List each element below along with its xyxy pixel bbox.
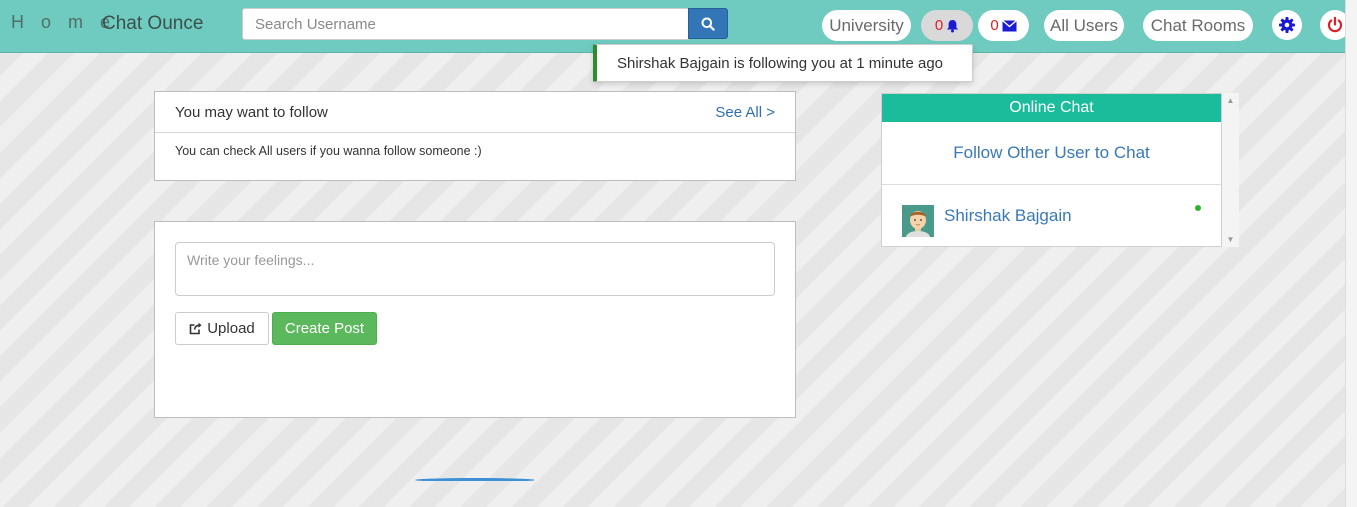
upload-button[interactable]: Upload bbox=[175, 312, 269, 345]
post-textarea[interactable] bbox=[175, 242, 775, 296]
page-scrollbar[interactable] bbox=[1345, 0, 1357, 507]
loading-indicator bbox=[415, 478, 535, 482]
follow-panel-header: You may want to follow See All > bbox=[155, 92, 795, 133]
follow-panel-title: You may want to follow bbox=[175, 103, 328, 121]
follow-suggestions-panel: You may want to follow See All > You can… bbox=[154, 91, 796, 181]
chat-rooms-button[interactable]: Chat Rooms bbox=[1143, 10, 1253, 41]
notifications-button[interactable]: 0 bbox=[921, 10, 973, 41]
chat-scrollbar[interactable]: ▲ ▼ bbox=[1222, 93, 1239, 247]
follow-to-chat-label: Follow Other User to Chat bbox=[953, 143, 1150, 162]
toast-message: Shirshak Bajgain is following you at 1 m… bbox=[617, 54, 944, 72]
envelope-icon bbox=[1001, 19, 1017, 31]
gear-icon bbox=[1279, 17, 1295, 33]
message-count: 0 bbox=[990, 17, 999, 34]
chat-user-item[interactable]: Shirshak Bajgain bbox=[882, 185, 1221, 247]
follow-notification-toast[interactable]: Shirshak Bajgain is following you at 1 m… bbox=[593, 44, 973, 82]
online-chat-header: Online Chat bbox=[882, 94, 1221, 122]
chat-user-name: Shirshak Bajgain bbox=[944, 206, 1072, 225]
chat-rooms-label: Chat Rooms bbox=[1150, 15, 1246, 35]
messages-button[interactable]: 0 bbox=[978, 10, 1029, 41]
online-chat-panel: Online Chat Follow Other User to Chat Sh… bbox=[881, 93, 1222, 247]
share-square-icon bbox=[189, 322, 202, 335]
university-button[interactable]: University bbox=[822, 10, 911, 41]
search-button[interactable] bbox=[688, 8, 728, 39]
scroll-up-arrow-icon[interactable]: ▲ bbox=[1227, 96, 1235, 105]
university-label: University bbox=[829, 15, 904, 35]
all-users-button[interactable]: All Users bbox=[1044, 10, 1124, 41]
settings-button[interactable] bbox=[1272, 10, 1302, 40]
follow-panel-body: You can check All users if you wanna fol… bbox=[175, 144, 482, 158]
create-post-button[interactable]: Create Post bbox=[272, 312, 377, 345]
brand-name[interactable]: Chat Ounce bbox=[102, 13, 203, 35]
search-form bbox=[242, 8, 728, 40]
notification-count: 0 bbox=[934, 17, 944, 34]
scroll-down-arrow-icon[interactable]: ▼ bbox=[1227, 235, 1235, 244]
all-users-label: All Users bbox=[1049, 15, 1118, 35]
home-link[interactable]: H o m e bbox=[11, 12, 116, 33]
see-all-link[interactable]: See All > bbox=[715, 104, 775, 121]
upload-label: Upload bbox=[207, 320, 255, 337]
search-icon bbox=[701, 17, 715, 31]
power-icon bbox=[1327, 16, 1343, 33]
online-status-indicator bbox=[1195, 205, 1201, 211]
bell-icon bbox=[947, 19, 959, 32]
follow-to-chat-prompt[interactable]: Follow Other User to Chat bbox=[882, 122, 1221, 185]
search-input[interactable] bbox=[242, 8, 689, 40]
avatar bbox=[902, 205, 934, 237]
create-post-panel: Upload Create Post bbox=[154, 221, 796, 418]
create-post-label: Create Post bbox=[284, 320, 365, 337]
online-chat-title: Online Chat bbox=[1009, 99, 1094, 116]
